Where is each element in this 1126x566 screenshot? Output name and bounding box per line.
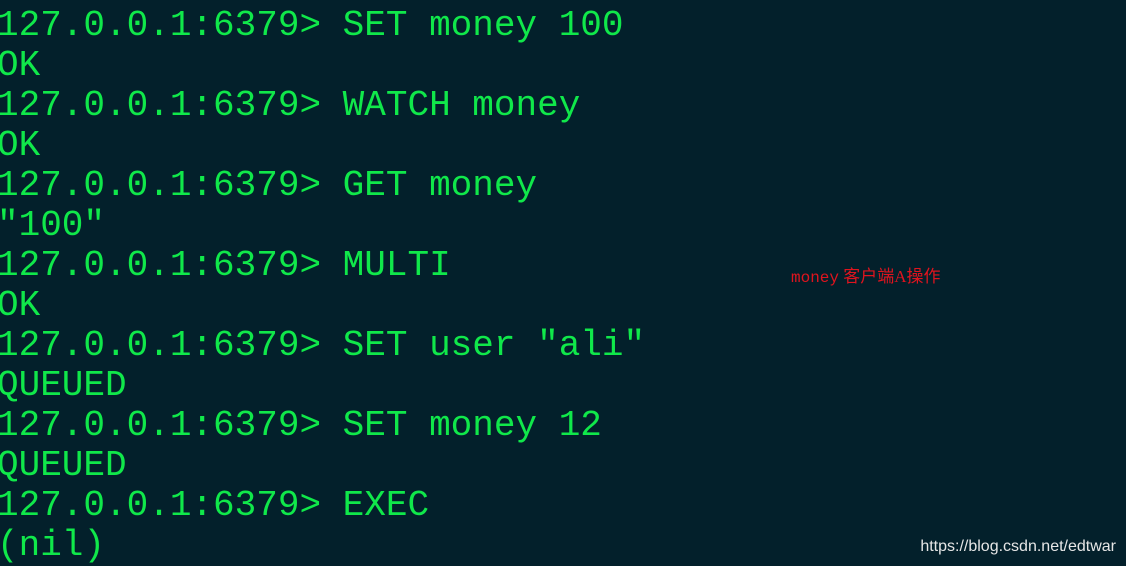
- terminal-line: 127.0.0.1:6379> GET money: [0, 165, 538, 206]
- terminal-line: 127.0.0.1:6379> SET user "ali": [0, 325, 646, 366]
- annotation-text: 客户端A操作: [839, 267, 941, 286]
- terminal-line: 127.0.0.1:6379> SET money 100: [0, 5, 624, 46]
- terminal-line: (nil): [0, 525, 106, 566]
- terminal-line: OK: [0, 285, 41, 326]
- terminal-line: 127.0.0.1:6379> SET money 12: [0, 405, 602, 446]
- annotation-key: money: [791, 269, 840, 287]
- terminal-line: "100": [0, 205, 106, 246]
- terminal-line: OK: [0, 45, 41, 86]
- terminal-line: QUEUED: [0, 365, 127, 406]
- watermark: https://blog.csdn.net/edtwar: [920, 538, 1116, 555]
- annotation-client-a: money 客户端A操作: [791, 262, 941, 287]
- terminal-line: 127.0.0.1:6379> EXEC: [0, 485, 430, 526]
- terminal-line: QUEUED: [0, 445, 127, 486]
- terminal-line: OK: [0, 125, 41, 166]
- terminal-line: 127.0.0.1:6379> WATCH money: [0, 85, 581, 126]
- terminal-output: 127.0.0.1:6379> SET money 100 OK 127.0.0…: [0, 6, 645, 566]
- terminal-line: 127.0.0.1:6379> MULTI: [0, 245, 451, 286]
